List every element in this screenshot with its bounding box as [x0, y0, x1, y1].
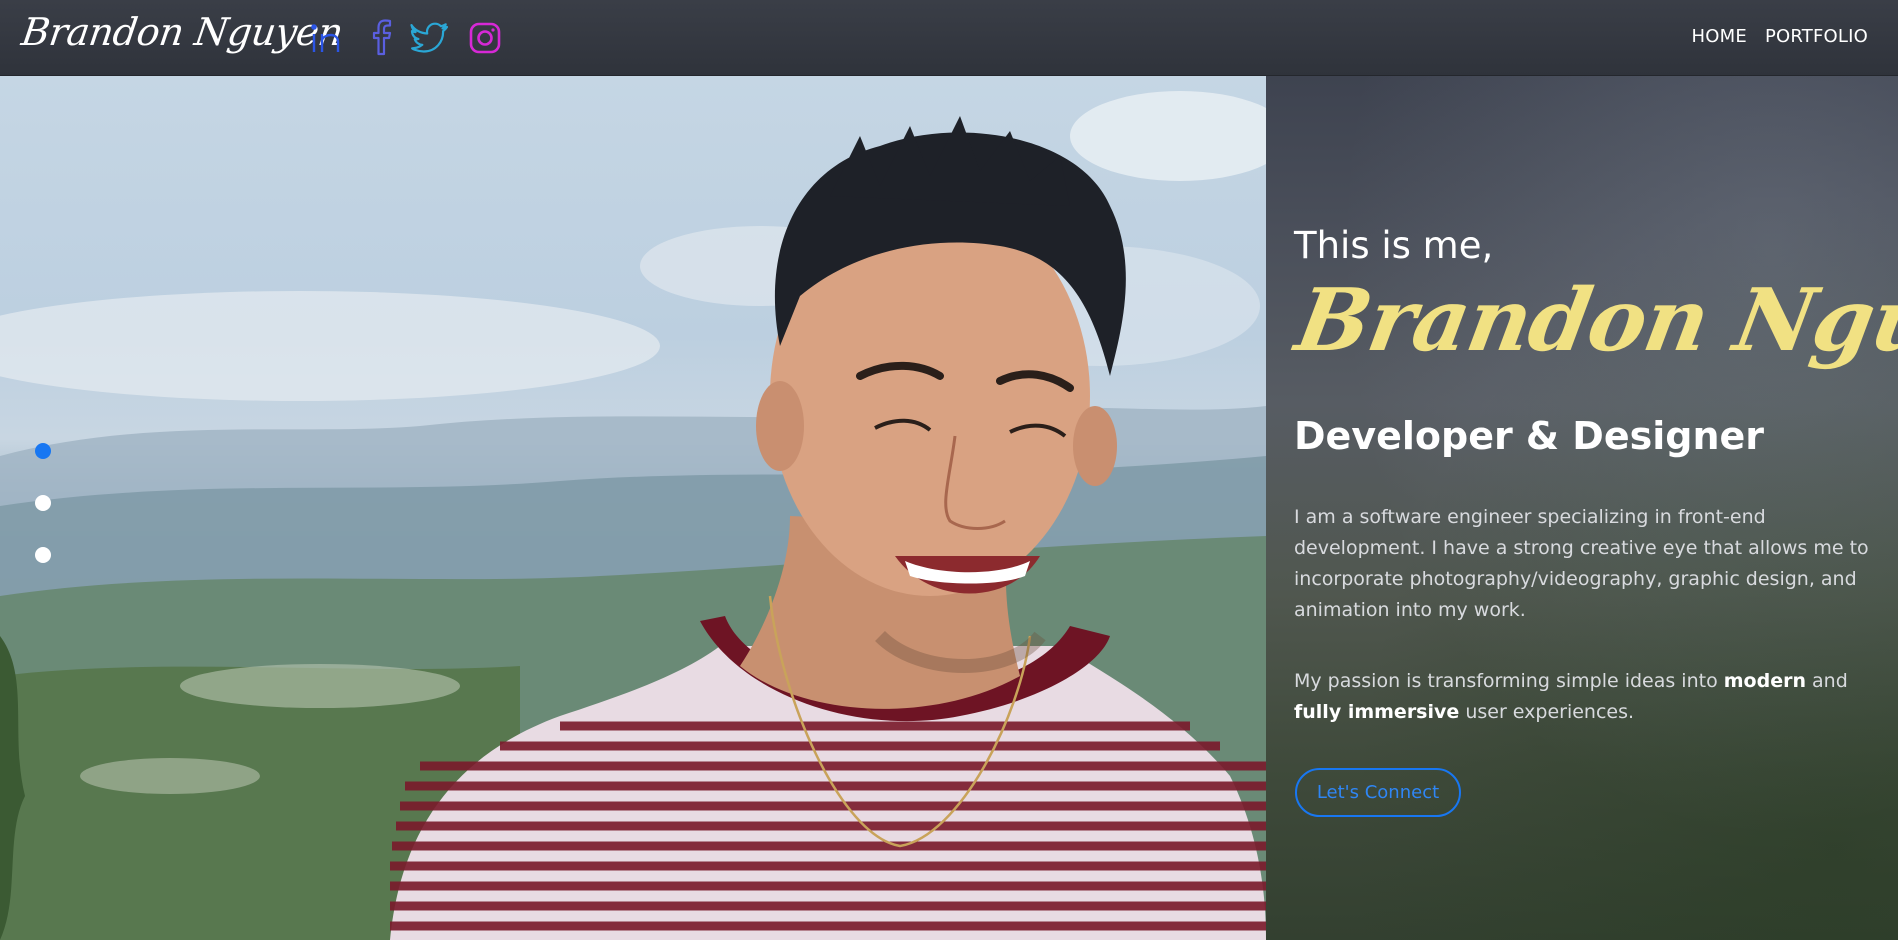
nav-home-link[interactable]: HOME [1692, 26, 1747, 47]
brand-logo[interactable]: Brandon Nguyen [19, 10, 346, 54]
passion-text-1: My passion is transforming simple ideas … [1294, 670, 1724, 692]
carousel-dot-1[interactable] [35, 443, 51, 459]
passion-text-3: user experiences. [1459, 701, 1635, 723]
nav-links: HOME PORTFOLIO [1692, 26, 1868, 47]
lets-connect-button[interactable]: Let's Connect [1295, 768, 1461, 817]
facebook-icon[interactable] [362, 18, 400, 58]
passion-paragraph: My passion is transforming simple ideas … [1294, 666, 1874, 728]
bio-paragraph: I am a software engineer specializing in… [1294, 506, 1869, 621]
hero-photo [0, 76, 1266, 940]
linkedin-icon[interactable] [308, 18, 346, 58]
nav-portfolio-link[interactable]: PORTFOLIO [1765, 26, 1868, 47]
twitter-icon[interactable] [410, 18, 448, 58]
portrait-image [0, 91, 1266, 940]
carousel-dot-2[interactable] [35, 495, 51, 511]
passion-bold-modern: modern [1723, 670, 1806, 692]
carousel-dot-3[interactable] [35, 547, 51, 563]
instagram-icon[interactable] [466, 18, 504, 58]
navbar: Brandon Nguyen HOME PORTFOLIO [0, 0, 1898, 76]
greeting-text: This is me, [1294, 224, 1494, 267]
hero-name: Brandon Nguyen [1289, 270, 1898, 371]
passion-bold-immersive: fully immersive [1294, 701, 1460, 723]
passion-text-2: and [1805, 670, 1848, 692]
role-title: Developer & Designer [1294, 414, 1765, 458]
